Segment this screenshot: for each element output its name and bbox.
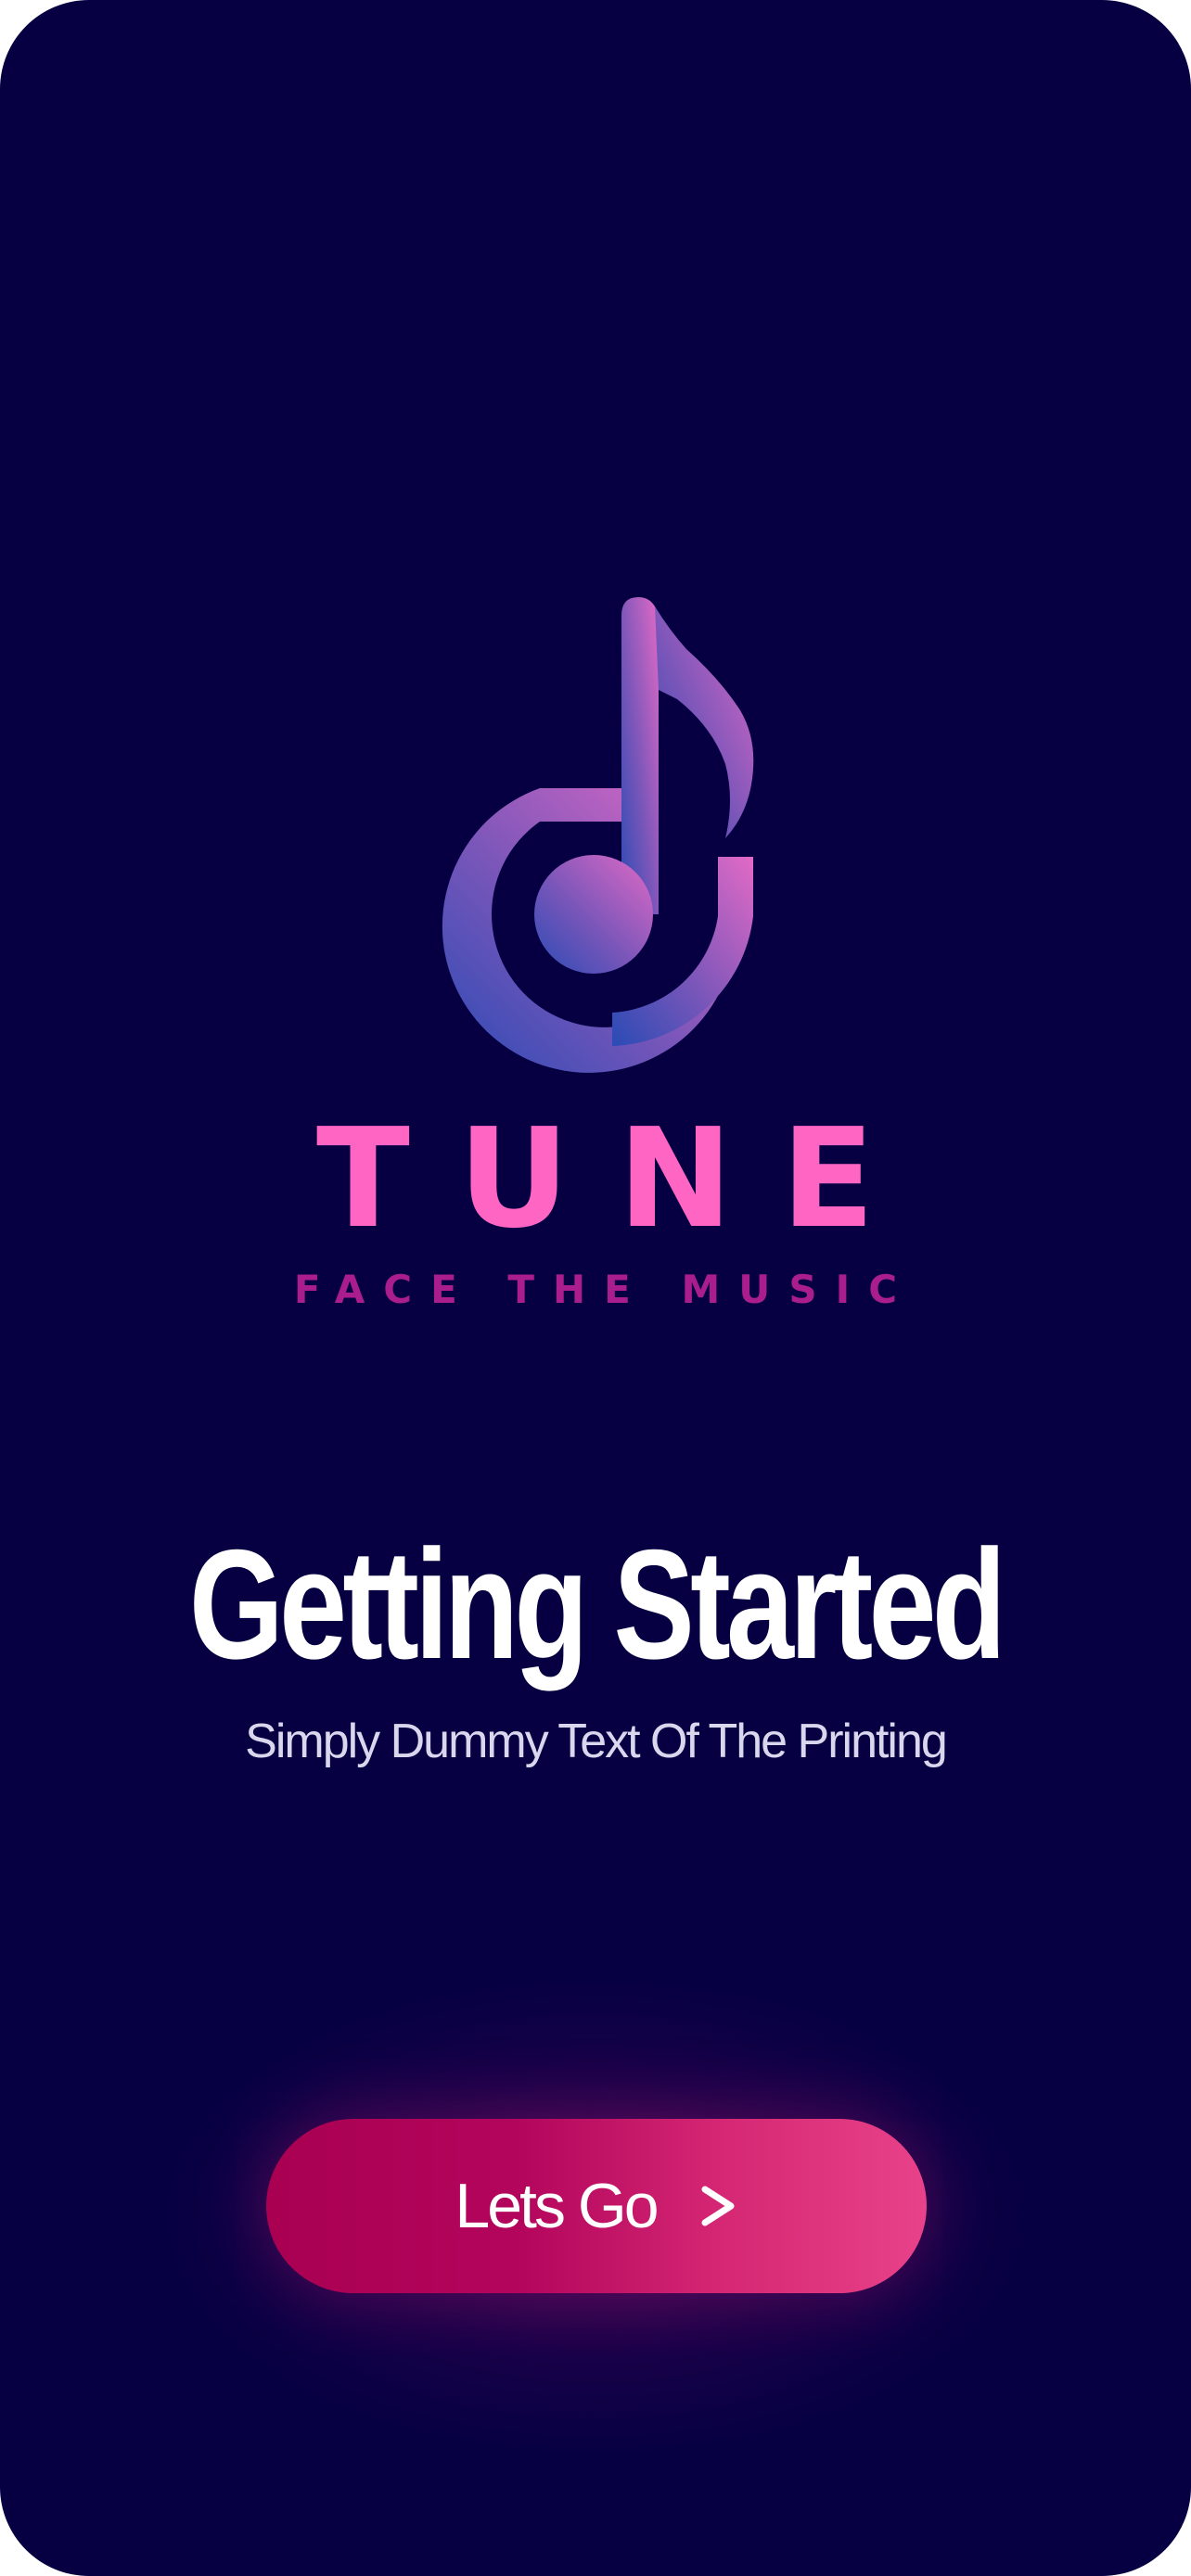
chevron-right-icon xyxy=(701,2186,735,2226)
brand-tagline: FACE THE MUSIC xyxy=(293,1267,916,1312)
lets-go-label: Lets Go xyxy=(455,2171,659,2241)
page-title: Getting Started xyxy=(188,1517,1006,1691)
brand-name: TUNE xyxy=(315,1099,924,1258)
lets-go-button[interactable]: Lets Go xyxy=(266,2119,927,2293)
onboarding-screen: TUNE FACE THE MUSIC Getting Started Simp… xyxy=(0,0,1191,2576)
page-subtitle: Simply Dummy Text Of The Printing xyxy=(245,1715,948,1768)
music-note-logo-icon xyxy=(442,597,754,1073)
